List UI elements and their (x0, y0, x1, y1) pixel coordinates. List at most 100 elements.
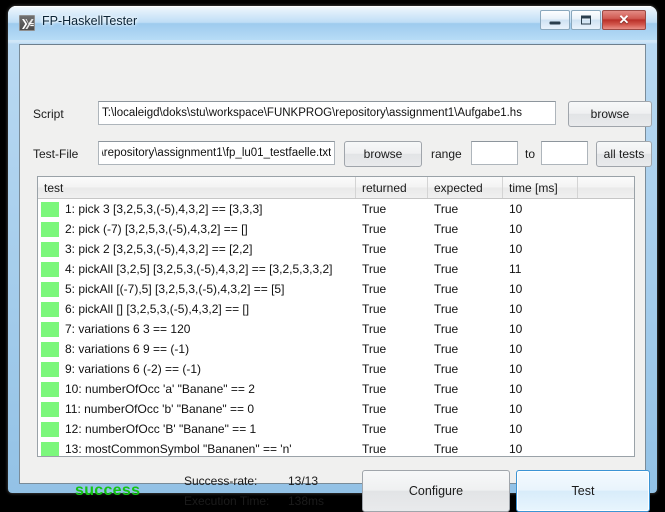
test-file-path-input[interactable] (98, 141, 335, 165)
cell-returned: True (362, 342, 387, 356)
cell-test: 2: pick (-7) [3,2,5,3,(-5),4,3,2] == [] (38, 221, 356, 237)
table-row[interactable]: 5: pickAll [(-7),5] [3,2,5,3,(-5),4,3,2]… (38, 279, 634, 299)
client-area: Script browse Test-File browse range to … (19, 44, 652, 512)
status-swatch-icon (41, 281, 59, 297)
status-swatch-icon (41, 301, 59, 317)
test-description: 4: pickAll [3,2,5] [3,2,5,3,(-5),4,3,2] … (65, 262, 333, 276)
table-row[interactable]: 13: mostCommonSymbol "Bananen" == 'n' Tru… (38, 439, 634, 456)
table-row[interactable]: 11: numberOfOcc 'b' "Banane" == 0 True Tru… (38, 399, 634, 419)
status-swatch-icon (41, 241, 59, 257)
table-row[interactable]: 6: pickAll [] [3,2,5,3,(-5),4,3,2] == []… (38, 299, 634, 319)
table-header-row: test returned expected time [ms] (38, 177, 634, 199)
table-row[interactable]: 3: pick 2 [3,2,5,3,(-5),4,3,2] == [2,2] T… (38, 239, 634, 259)
maximize-button[interactable] (571, 10, 601, 30)
cell-test: 5: pickAll [(-7),5] [3,2,5,3,(-5),4,3,2]… (38, 281, 356, 297)
title-bar[interactable]: FP-HaskellTester ✕ (8, 6, 657, 40)
table-row[interactable]: 12: numberOfOcc 'B' "Banane" == 1 True Tru… (38, 419, 634, 439)
cell-time: 10 (509, 242, 523, 256)
haskell-logo-icon (19, 15, 35, 31)
cell-expected: True (434, 222, 459, 236)
execution-time-label: Execution Time: (184, 494, 270, 508)
range-label: range (431, 147, 462, 161)
test-description: 9: variations 6 (-2) == (-1) (65, 362, 202, 376)
cell-time: 10 (509, 402, 523, 416)
cell-test: 7: variations 6 3 == 120 (38, 321, 356, 337)
close-icon: ✕ (618, 12, 630, 27)
column-header-test[interactable]: test (38, 177, 356, 198)
cell-test: 8: variations 6 9 == (-1) (38, 341, 356, 357)
cell-test: 9: variations 6 (-2) == (-1) (38, 361, 356, 377)
minimize-icon (549, 21, 561, 25)
cell-test: 10: numberOfOcc 'a' "Banane" == 2 (38, 381, 356, 397)
cell-expected: True (434, 442, 459, 456)
status-swatch-icon (41, 341, 59, 357)
cell-returned: True (362, 242, 387, 256)
minimize-button[interactable] (540, 10, 570, 30)
test-description: 7: variations 6 3 == 120 (65, 322, 191, 336)
cell-time: 10 (509, 222, 523, 236)
browse-test-file-button[interactable]: browse (344, 141, 422, 167)
cell-test: 6: pickAll [] [3,2,5,3,(-5),4,3,2] == [] (38, 301, 356, 317)
table-body: 1: pick 3 [3,2,5,3,(-5),4,3,2] == [3,3,3… (38, 199, 634, 456)
test-description: 11: numberOfOcc 'b' "Banane" == 0 (65, 402, 254, 416)
results-table: test returned expected time [ms] 1: pick… (37, 176, 635, 457)
cell-expected: True (434, 322, 459, 336)
cell-time: 10 (509, 442, 523, 456)
test-description: 3: pick 2 [3,2,5,3,(-5),4,3,2] == [2,2] (65, 242, 253, 256)
table-row[interactable]: 8: variations 6 9 == (-1) True True 10 (38, 339, 634, 359)
cell-test: 13: mostCommonSymbol "Bananen" == 'n' (38, 441, 356, 456)
cell-time: 10 (509, 302, 523, 316)
application-window: FP-HaskellTester ✕ Script browse Test-Fi… (8, 6, 657, 512)
close-button[interactable]: ✕ (602, 10, 646, 30)
status-swatch-icon (41, 401, 59, 417)
script-label: Script (33, 107, 64, 121)
all-tests-button[interactable]: all tests (596, 141, 652, 167)
cell-returned: True (362, 262, 387, 276)
column-header-time[interactable]: time [ms] (503, 177, 578, 198)
maximize-icon (581, 15, 591, 25)
cell-time: 10 (509, 382, 523, 396)
test-button[interactable]: Test (516, 470, 650, 512)
status-swatch-icon (41, 201, 59, 217)
table-row[interactable]: 4: pickAll [3,2,5] [3,2,5,3,(-5),4,3,2] … (38, 259, 634, 279)
cell-returned: True (362, 422, 387, 436)
range-to-input[interactable] (541, 141, 588, 165)
cell-test: 1: pick 3 [3,2,5,3,(-5),4,3,2] == [3,3,3… (38, 201, 356, 217)
cell-time: 10 (509, 202, 523, 216)
test-description: 13: mostCommonSymbol "Bananen" == 'n' (65, 442, 292, 456)
cell-returned: True (362, 362, 387, 376)
script-path-input[interactable] (98, 101, 556, 125)
status-swatch-icon (41, 361, 59, 377)
configure-button[interactable]: Configure (362, 470, 510, 512)
cell-expected: True (434, 242, 459, 256)
table-row[interactable]: 10: numberOfOcc 'a' "Banane" == 2 True Tru… (38, 379, 634, 399)
test-description: 10: numberOfOcc 'a' "Banane" == 2 (65, 382, 255, 396)
table-row[interactable]: 9: variations 6 (-2) == (-1) True True 10 (38, 359, 634, 379)
status-swatch-icon (41, 381, 59, 397)
cell-expected: True (434, 422, 459, 436)
test-description: 6: pickAll [] [3,2,5,3,(-5),4,3,2] == [] (65, 302, 250, 316)
overall-status-text: success (75, 482, 141, 499)
cell-time: 10 (509, 322, 523, 336)
cell-time: 11 (509, 262, 522, 276)
cell-test: 3: pick 2 [3,2,5,3,(-5),4,3,2] == [2,2] (38, 241, 356, 257)
range-from-input[interactable] (471, 141, 518, 165)
status-swatch-icon (41, 261, 59, 277)
browse-script-button[interactable]: browse (568, 101, 652, 127)
column-header-returned[interactable]: returned (356, 177, 428, 198)
table-row[interactable]: 7: variations 6 3 == 120 True True 10 (38, 319, 634, 339)
table-row[interactable]: 1: pick 3 [3,2,5,3,(-5),4,3,2] == [3,3,3… (38, 199, 634, 219)
cell-returned: True (362, 222, 387, 236)
window-title: FP-HaskellTester (42, 14, 138, 28)
cell-expected: True (434, 302, 459, 316)
cell-expected: True (434, 362, 459, 376)
cell-expected: True (434, 382, 459, 396)
test-file-label: Test-File (33, 147, 79, 161)
column-header-spacer[interactable] (578, 177, 634, 198)
column-header-expected[interactable]: expected (428, 177, 503, 198)
test-description: 5: pickAll [(-7),5] [3,2,5,3,(-5),4,3,2]… (65, 282, 285, 296)
status-swatch-icon (41, 441, 59, 456)
table-row[interactable]: 2: pick (-7) [3,2,5,3,(-5),4,3,2] == [] T… (38, 219, 634, 239)
execution-time-value: 138ms (288, 494, 325, 508)
cell-expected: True (434, 402, 459, 416)
